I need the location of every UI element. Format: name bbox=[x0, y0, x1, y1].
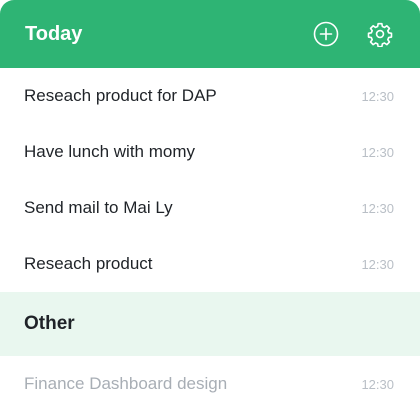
task-item[interactable]: Reseach product for DAP 12:30 bbox=[0, 68, 420, 124]
task-time: 12:30 bbox=[361, 200, 394, 216]
header-bar: Today bbox=[0, 0, 420, 68]
add-button[interactable] bbox=[312, 20, 340, 48]
todo-panel: Today Reseach product for DAP 12:30 Have… bbox=[0, 0, 420, 420]
task-time: 12:30 bbox=[361, 88, 394, 104]
task-item[interactable]: Have lunch with momy 12:30 bbox=[0, 124, 420, 180]
header-actions bbox=[312, 20, 394, 48]
gear-icon bbox=[367, 22, 393, 47]
section-title: Other bbox=[24, 313, 75, 334]
settings-button[interactable] bbox=[366, 20, 394, 48]
today-list: Reseach product for DAP 12:30 Have lunch… bbox=[0, 68, 420, 292]
plus-circle-icon bbox=[313, 21, 339, 47]
task-item[interactable]: Send mail to Mai Ly 12:30 bbox=[0, 180, 420, 236]
task-title: Reseach product bbox=[24, 254, 153, 273]
task-title: Have lunch with momy bbox=[24, 142, 196, 161]
section-header-other: Other bbox=[0, 292, 420, 356]
task-title: Finance Dashboard design bbox=[24, 374, 228, 393]
task-time: 12:30 bbox=[361, 376, 394, 392]
other-list: Finance Dashboard design 12:30 bbox=[0, 356, 420, 412]
task-title: Send mail to Mai Ly bbox=[24, 198, 173, 217]
task-item[interactable]: Reseach product 12:30 bbox=[0, 236, 420, 292]
task-title: Reseach product for DAP bbox=[24, 86, 217, 105]
task-item[interactable]: Finance Dashboard design 12:30 bbox=[0, 356, 420, 412]
header-title: Today bbox=[25, 22, 83, 45]
task-time: 12:30 bbox=[361, 144, 394, 160]
task-time: 12:30 bbox=[361, 256, 394, 272]
